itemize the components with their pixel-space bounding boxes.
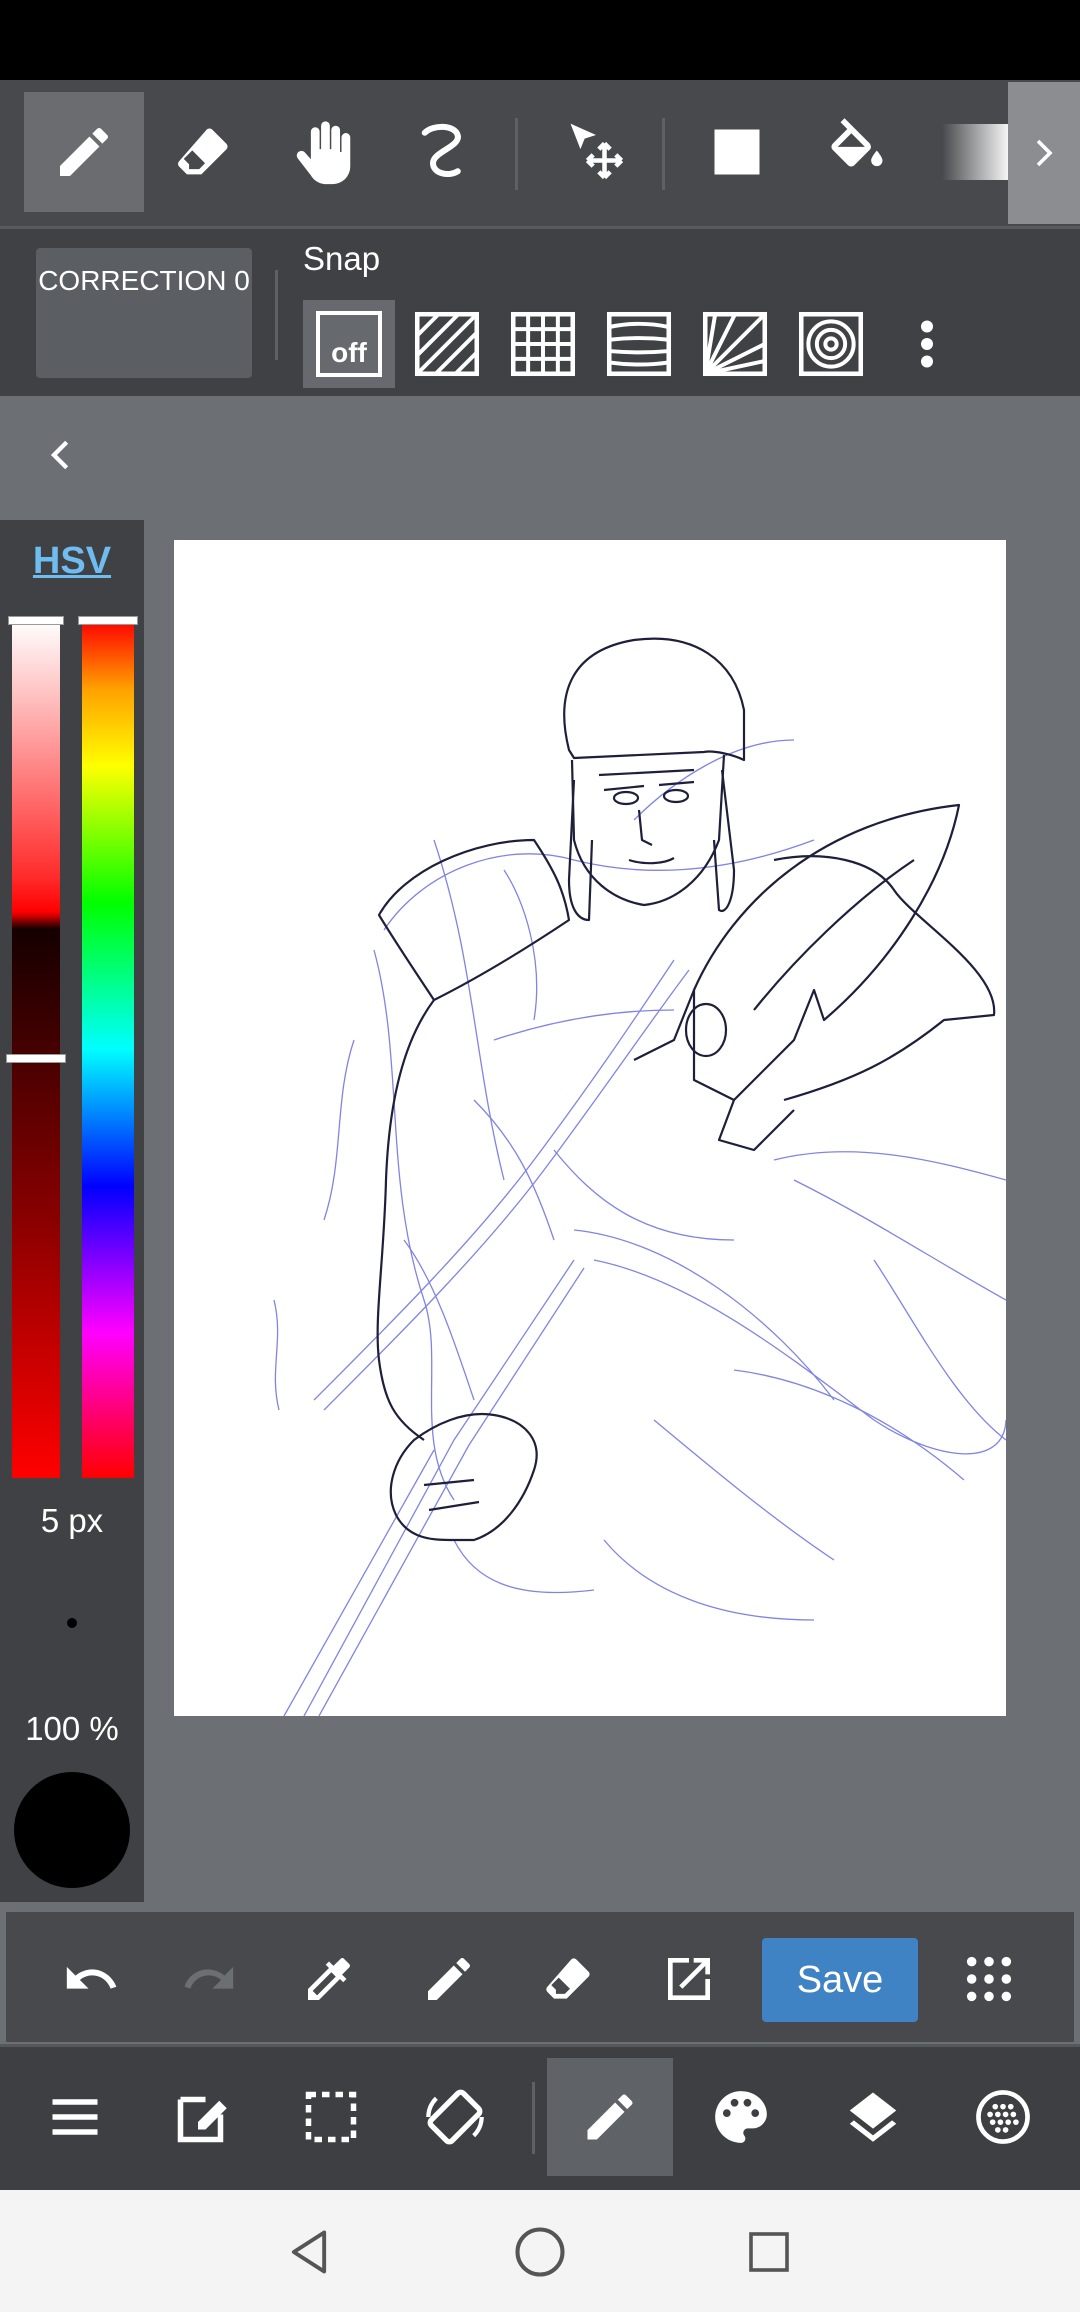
brush-nav-button[interactable]	[547, 2058, 673, 2176]
palette-icon	[715, 2091, 767, 2143]
nav-divider	[532, 2082, 535, 2154]
correction-button[interactable]: CORRECTION 0	[36, 248, 252, 378]
paint-bucket-icon	[831, 118, 883, 167]
eraser-quick-button[interactable]	[524, 1934, 614, 2024]
collapse-panel-button[interactable]	[36, 430, 86, 480]
snap-radial-icon	[702, 311, 768, 377]
eyedropper-button[interactable]	[284, 1934, 374, 2024]
dashed-selection-icon	[305, 2091, 357, 2143]
fill-shape-tool-button[interactable]	[677, 92, 797, 212]
toolbar-scroll-right-button[interactable]	[1008, 82, 1080, 224]
snap-concentric-icon	[798, 311, 864, 377]
current-color-swatch[interactable]	[14, 1772, 130, 1888]
bucket-tool-button[interactable]	[797, 92, 917, 212]
snap-label: Snap	[303, 240, 381, 277]
back-triangle-icon	[291, 2230, 327, 2274]
hue-slider-handle[interactable]	[78, 616, 138, 625]
snap-parallel-button[interactable]	[401, 300, 493, 388]
chevron-left-icon	[50, 440, 69, 470]
brightness-slider-handle[interactable]	[6, 1054, 66, 1063]
snap-radial-button[interactable]	[689, 300, 781, 388]
eyedropper-icon	[308, 1958, 350, 2000]
share-button[interactable]	[644, 1934, 734, 2024]
selection-button[interactable]	[268, 2058, 394, 2176]
ink-lines	[376, 637, 996, 1542]
snap-off-button[interactable]: off	[303, 300, 395, 388]
snap-perspective-lines-icon	[606, 311, 672, 377]
redo-button[interactable]	[164, 1934, 254, 2024]
lasso-icon	[421, 123, 461, 177]
brush-size-label[interactable]: 5 px	[0, 1502, 144, 1540]
move-arrow-icon	[570, 123, 624, 180]
pencil-icon	[428, 1957, 470, 2000]
toolbar-divider	[662, 118, 665, 190]
edit-button[interactable]	[140, 2058, 266, 2176]
chevron-right-icon	[1036, 139, 1053, 167]
eraser-tool-button[interactable]	[144, 92, 264, 212]
square-icon	[714, 129, 760, 175]
material-button[interactable]	[940, 2058, 1066, 2176]
pen-quick-button[interactable]	[404, 1934, 494, 2024]
tool-bar	[0, 80, 1080, 226]
snap-off-icon: off	[316, 311, 382, 377]
dotted-circle-icon	[976, 2090, 1030, 2144]
menu-button[interactable]	[12, 2058, 138, 2176]
hand-icon	[296, 121, 351, 185]
system-home-button[interactable]	[495, 2210, 585, 2294]
pen-tool-button[interactable]	[24, 92, 144, 212]
more-vertical-icon	[921, 320, 933, 368]
layers-icon	[849, 2092, 897, 2142]
brush-size-preview	[67, 1618, 77, 1628]
snap-more-button[interactable]	[882, 300, 972, 388]
status-bar	[0, 0, 1080, 80]
recents-square-icon	[749, 2232, 789, 2272]
snap-circle-button[interactable]	[785, 300, 877, 388]
pencil-icon	[60, 127, 108, 176]
brightness-slider[interactable]	[12, 620, 60, 1478]
open-external-icon	[668, 1958, 710, 2000]
color-palette-button[interactable]	[678, 2058, 804, 2176]
opacity-label[interactable]: 100 %	[0, 1710, 144, 1748]
snap-horizontal-button[interactable]	[593, 300, 685, 388]
save-button[interactable]: Save	[762, 1938, 918, 2022]
more-actions-button[interactable]	[944, 1934, 1034, 2024]
grid-dots-icon	[966, 1956, 1012, 2002]
hand-tool-button[interactable]	[264, 92, 384, 212]
color-mode-toggle[interactable]: HSV	[0, 540, 144, 583]
sketch-artwork	[273, 637, 1006, 1716]
system-recents-button[interactable]	[724, 2210, 814, 2294]
rotate-canvas-button[interactable]	[392, 2058, 518, 2176]
canvas-header	[0, 396, 1080, 516]
snap-off-text: off	[331, 337, 367, 368]
pencil-icon	[587, 2094, 633, 2140]
drawing-canvas[interactable]	[174, 540, 1006, 1716]
undo-button[interactable]	[46, 1934, 136, 2024]
home-circle-icon	[515, 2227, 565, 2277]
system-back-button[interactable]	[264, 2210, 354, 2294]
eraser-icon	[178, 128, 228, 175]
hamburger-menu-icon	[52, 2099, 98, 2135]
hue-slider[interactable]	[82, 620, 134, 1478]
rotate-screen-icon	[426, 2089, 484, 2145]
undo-icon	[66, 1966, 117, 1989]
eraser-icon	[546, 1958, 590, 1999]
redo-icon	[184, 1966, 234, 1989]
edit-square-icon	[177, 2096, 227, 2143]
lasso-tool-button[interactable]	[384, 92, 504, 212]
snap-grid-icon	[510, 311, 576, 377]
snap-grid-button[interactable]	[497, 300, 589, 388]
layers-button[interactable]	[810, 2058, 936, 2176]
options-divider	[275, 270, 278, 360]
toolbar-divider	[515, 118, 518, 190]
correction-label: CORRECTION 0	[38, 265, 250, 296]
snap-parallel-icon	[414, 311, 480, 377]
brightness-slider-handle-top[interactable]	[8, 616, 64, 625]
move-tool-button[interactable]	[536, 92, 656, 212]
gradient-icon	[942, 124, 1012, 180]
